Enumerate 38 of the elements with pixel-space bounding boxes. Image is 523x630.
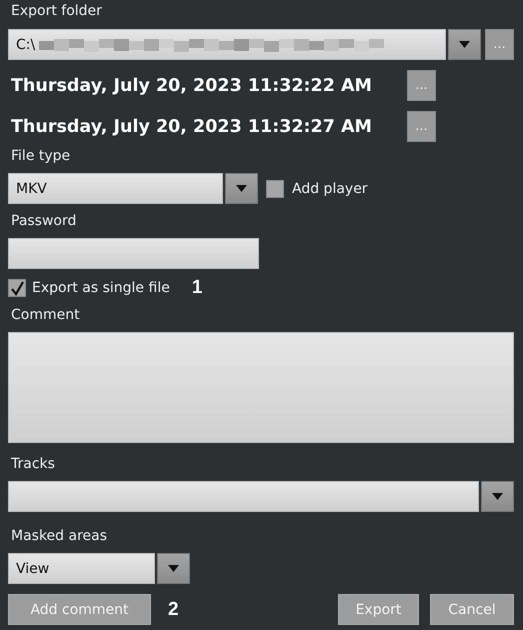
checkbox[interactable] xyxy=(266,180,284,198)
dropdown-button[interactable] xyxy=(448,29,481,60)
caret-icon xyxy=(459,41,470,48)
export-button[interactable]: Export xyxy=(338,594,419,625)
caret-icon xyxy=(492,493,503,500)
callout-number: 1 xyxy=(192,279,202,297)
checkbox[interactable] xyxy=(8,279,26,297)
combo-value: MKV xyxy=(16,180,47,198)
folder-combo[interactable]: C:\ xyxy=(8,29,446,60)
masked-areas-combo[interactable]: View xyxy=(8,553,155,584)
browse-button[interactable]: ... xyxy=(485,29,514,60)
cancel-button[interactable]: Cancel xyxy=(430,594,514,625)
folder-path: C:\ xyxy=(16,36,36,54)
caret-icon xyxy=(168,565,179,572)
field-label: Export folder xyxy=(10,2,102,20)
field-label: Comment xyxy=(10,306,80,324)
field-label: File type xyxy=(10,147,70,165)
comment-field[interactable] xyxy=(8,332,514,443)
dropdown-button[interactable] xyxy=(157,553,190,584)
file-type-combo[interactable]: MKV xyxy=(8,173,223,204)
date-picker-button[interactable]: ... xyxy=(407,70,436,101)
field-label: Password xyxy=(10,212,76,230)
dropdown-button[interactable] xyxy=(481,481,514,512)
caret-icon xyxy=(236,185,247,192)
callout-number: 2 xyxy=(168,600,179,618)
combo-value: View xyxy=(16,560,50,578)
date-time-text: Thursday, July 20, 2023 11:32:22 AM xyxy=(10,76,373,94)
checkbox-label: Add player xyxy=(292,180,368,198)
dropdown-button[interactable] xyxy=(225,173,258,204)
add-comment-button[interactable]: Add comment xyxy=(8,594,151,625)
field-label: Masked areas xyxy=(10,527,108,545)
checkmark-icon xyxy=(10,280,24,296)
checkbox-label: Export as single file xyxy=(32,279,170,297)
field-label: Tracks xyxy=(10,455,55,473)
password-field[interactable] xyxy=(8,238,259,269)
date-time-text: Thursday, July 20, 2023 11:32:27 AM xyxy=(10,118,373,136)
date-picker-button[interactable]: ... xyxy=(407,111,436,142)
tracks-combo[interactable] xyxy=(8,481,479,512)
